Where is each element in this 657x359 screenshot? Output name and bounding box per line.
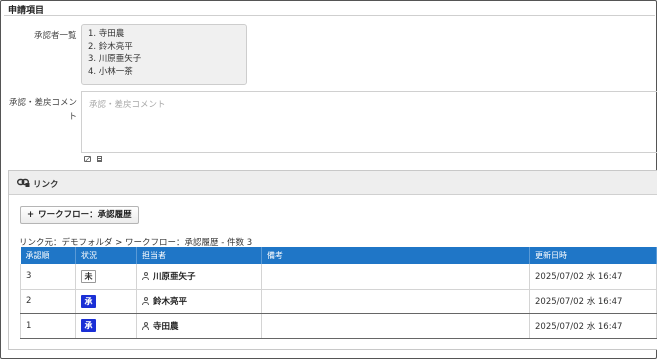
- add-button-label: ワークフロー：承認履歴: [38, 210, 132, 220]
- column-header[interactable]: 更新日時: [529, 247, 657, 264]
- status-cell: 未: [75, 264, 137, 290]
- note-cell: [261, 264, 530, 290]
- updated-cell: 2025/07/02 水 16:47: [529, 289, 657, 314]
- order-cell: 3: [20, 264, 76, 290]
- order-cell: 2: [20, 289, 76, 314]
- column-header[interactable]: 状況: [75, 247, 137, 264]
- status-badge: 承: [81, 294, 96, 308]
- note-cell: [261, 289, 530, 314]
- link-header: リンク: [9, 171, 657, 195]
- note-cell: [261, 313, 530, 339]
- user-icon: [142, 272, 149, 281]
- approver-list-label: 承認者一覧: [34, 31, 77, 41]
- table-row[interactable]: 3 未 川原亜矢子 2025/07/02 水 16:47: [20, 264, 657, 290]
- link-title: リンク: [33, 180, 59, 190]
- column-header[interactable]: 承認順: [20, 247, 76, 264]
- updated-cell: 2025/07/02 水 16:47: [529, 313, 657, 339]
- status-badge: 承: [81, 319, 96, 332]
- column-header[interactable]: 備考: [261, 247, 530, 264]
- approver-item: 1. 寺田農: [88, 29, 125, 39]
- section-divider: [4, 15, 655, 16]
- user-icon: [142, 321, 149, 330]
- assignee-cell: 鈴木亮平: [136, 289, 262, 314]
- table-row[interactable]: 1 承 寺田農 2025/07/02 水 16:47: [20, 313, 657, 339]
- order-cell: 1: [20, 313, 76, 339]
- assignee-cell: 川原亜矢子: [136, 264, 262, 290]
- approval-history-table: 承認順 状況 担当者 備考 更新日時 3 未 川原亜矢子 2025/07/02 …: [20, 247, 657, 339]
- approver-item: 4. 小林一茶: [88, 66, 133, 77]
- assignee-name[interactable]: 寺田農: [153, 322, 179, 332]
- updated-cell: 2025/07/02 水 16:47: [529, 264, 657, 290]
- status-cell: 承: [75, 289, 137, 314]
- plus-icon: +: [27, 210, 35, 220]
- assignee-name[interactable]: 鈴木亮平: [153, 297, 187, 307]
- status-badge: 未: [81, 269, 96, 283]
- comment-label: 承認・差戻コメント: [8, 98, 77, 122]
- approver-item: 2. 鈴木亮平: [88, 41, 133, 52]
- status-cell: 承: [75, 313, 137, 339]
- assignee-name[interactable]: 川原亜矢子: [153, 272, 196, 282]
- comment-textarea[interactable]: 承認・差戻コメント: [81, 91, 657, 153]
- add-workflow-history-button[interactable]: + ワークフロー：承認履歴: [20, 206, 139, 224]
- assignee-cell: 寺田農: [136, 313, 262, 339]
- link-section: リンク + ワークフロー：承認履歴 リンク元：デモフォルダ > ワークフロー：承認…: [8, 170, 657, 350]
- user-icon: [142, 297, 149, 305]
- approver-item: 3. 川原亜矢子: [88, 54, 142, 64]
- column-header[interactable]: 担当者: [136, 247, 262, 264]
- link-icon: [17, 178, 30, 187]
- table-header-row: 承認順 状況 担当者 備考 更新日時: [20, 247, 657, 264]
- approver-list: 1. 寺田農 2. 鈴木亮平 3. 川原亜矢子 4. 小林一茶: [81, 24, 247, 85]
- table-row[interactable]: 2 承 鈴木亮平 2025/07/02 水 16:47: [20, 289, 657, 314]
- document-icon[interactable]: [97, 156, 102, 162]
- image-icon[interactable]: [84, 156, 91, 162]
